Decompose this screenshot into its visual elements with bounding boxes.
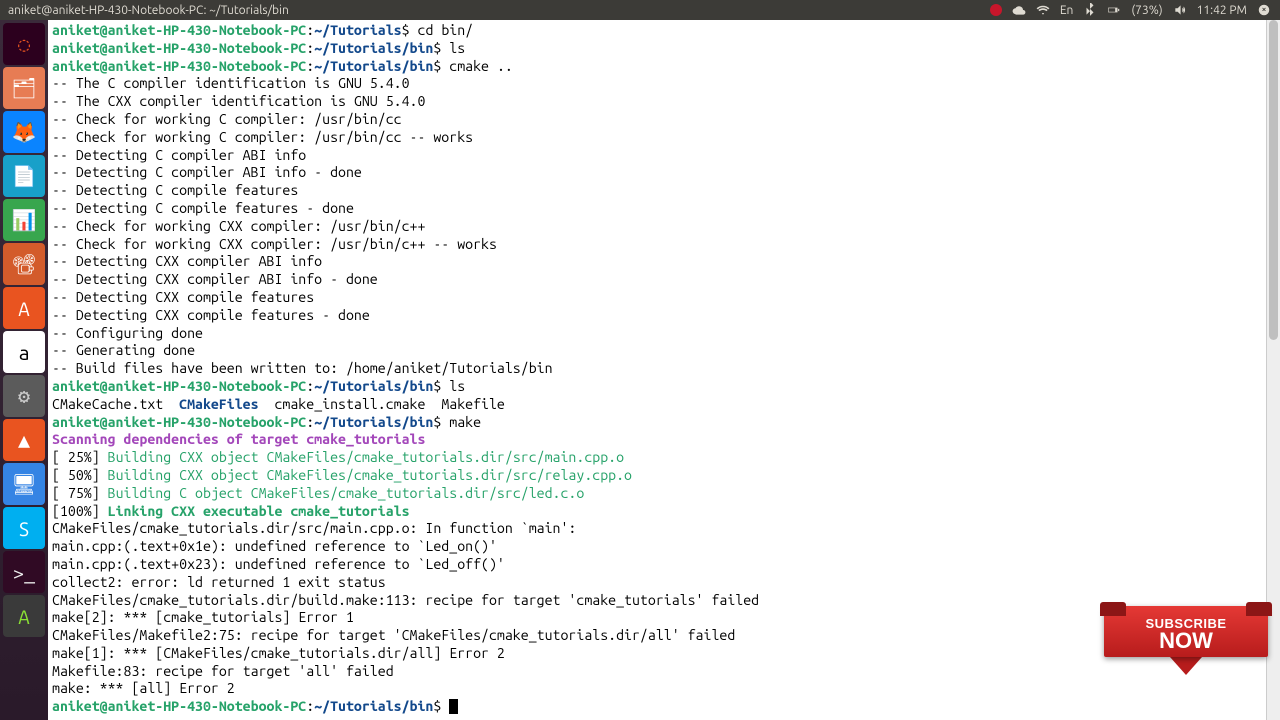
- search-icon[interactable]: ◌: [3, 23, 45, 65]
- power-icon[interactable]: [1257, 3, 1271, 17]
- wifi-icon[interactable]: [1036, 3, 1050, 17]
- cursor: [449, 699, 458, 714]
- clock[interactable]: 11:42 PM: [1197, 4, 1247, 17]
- unity-launcher: ◌🗂🦊📄📊📽Aa⚙▲🖥S>_A: [0, 20, 48, 720]
- language-indicator[interactable]: En: [1060, 4, 1074, 17]
- bluetooth-icon[interactable]: [1083, 3, 1097, 17]
- firefox-icon[interactable]: 🦊: [3, 111, 45, 153]
- menubar: aniket@aniket-HP-430-Notebook-PC: ~/Tuto…: [0, 0, 1280, 20]
- updater-icon[interactable]: A: [3, 595, 45, 637]
- files-icon[interactable]: 🗂: [3, 67, 45, 109]
- skype-icon[interactable]: S: [3, 507, 45, 549]
- settings-icon[interactable]: ⚙: [3, 375, 45, 417]
- subscribe-text-2: NOW: [1110, 631, 1262, 651]
- scrollbar-thumb[interactable]: [1269, 20, 1278, 340]
- terminal-icon[interactable]: >_: [3, 551, 45, 593]
- impress-icon[interactable]: 📽: [3, 243, 45, 285]
- calc-icon[interactable]: 📊: [3, 199, 45, 241]
- battery-percent: (73%): [1131, 4, 1162, 17]
- window-title: aniket@aniket-HP-430-Notebook-PC: ~/Tuto…: [8, 4, 289, 17]
- terminal[interactable]: aniket@aniket-HP-430-Notebook-PC:~/Tutor…: [48, 20, 1280, 720]
- subscribe-badge[interactable]: SUBSCRIBE NOW: [1104, 606, 1268, 694]
- software-icon[interactable]: A: [3, 287, 45, 329]
- record-indicator-icon[interactable]: [990, 4, 1002, 16]
- writer-icon[interactable]: 📄: [3, 155, 45, 197]
- vlc-icon[interactable]: ▲: [3, 419, 45, 461]
- amazon-icon[interactable]: a: [3, 331, 45, 373]
- monitor-icon[interactable]: 🖥: [3, 463, 45, 505]
- volume-icon[interactable]: [1173, 3, 1187, 17]
- cloud-icon[interactable]: [1012, 3, 1026, 17]
- battery-icon[interactable]: [1107, 3, 1121, 17]
